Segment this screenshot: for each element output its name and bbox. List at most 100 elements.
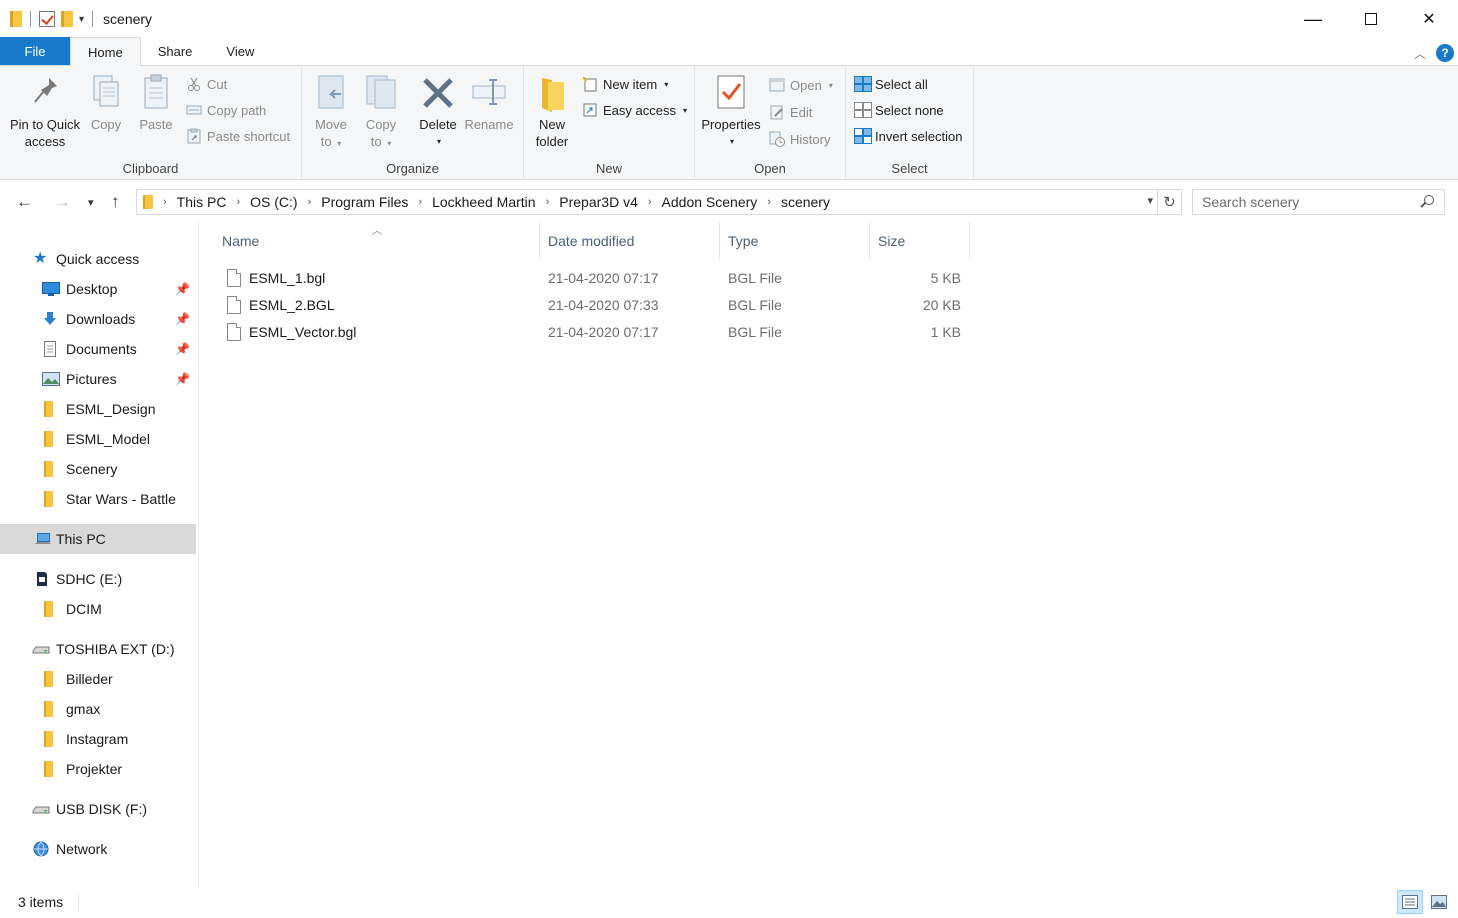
new-item-button[interactable]: New item ▾ <box>582 73 668 95</box>
breadcrumb-separator-icon[interactable]: › <box>648 196 652 208</box>
breadcrumb-this-pc[interactable]: This PC <box>177 194 227 210</box>
breadcrumb-scenery[interactable]: scenery <box>781 194 830 210</box>
nav-item-network[interactable]: Network <box>0 834 196 864</box>
maximize-button[interactable] <box>1342 0 1400 38</box>
copy-label: Copy <box>90 117 122 132</box>
refresh-icon[interactable]: ↻ <box>1158 189 1182 215</box>
invert-selection-button[interactable]: Invert selection <box>854 125 962 147</box>
nav-item-billeder[interactable]: Billeder <box>0 664 196 694</box>
breadcrumb-separator-icon[interactable]: › <box>308 196 312 208</box>
recent-locations-chevron-icon[interactable]: ▾ <box>88 196 94 209</box>
breadcrumb-program-files[interactable]: Program Files <box>321 194 408 210</box>
delete-x-icon <box>420 72 456 112</box>
file-list[interactable]: ︿ Name Date modified Type Size ESML_1.bg… <box>200 222 1458 882</box>
column-header-name[interactable]: Name <box>214 222 540 260</box>
large-icons-view-button[interactable] <box>1426 890 1452 914</box>
pin-icon[interactable]: 📌 <box>175 342 190 356</box>
table-row[interactable]: ESML_1.bgl 21-04-2020 07:17 BGL File 5 K… <box>220 264 972 291</box>
forward-arrow-icon[interactable]: → <box>54 192 71 212</box>
breadcrumb-separator-icon[interactable]: › <box>418 196 422 208</box>
select-none-button[interactable]: Select none <box>854 99 944 121</box>
open-button[interactable]: Open ▾ <box>769 74 833 96</box>
copy-to-button[interactable]: Copy to ▾ <box>360 72 402 152</box>
divider <box>92 11 94 27</box>
delete-button[interactable]: Delete ▾ <box>416 72 460 150</box>
up-arrow-icon[interactable]: ↑ <box>111 192 120 212</box>
paste-button[interactable]: Paste <box>136 72 176 133</box>
nav-item-esml-model[interactable]: ESML_Model <box>0 424 196 454</box>
collapse-ribbon-icon[interactable]: ︿ <box>1414 45 1426 62</box>
customize-toolbar-icon[interactable]: ▾ <box>79 14 84 25</box>
copy-button[interactable]: Copy <box>86 72 126 133</box>
edit-button[interactable]: Edit <box>769 101 812 123</box>
nav-item-toshiba-ext[interactable]: TOSHIBA EXT (D:) <box>0 634 196 664</box>
new-item-label: New item <box>603 76 658 92</box>
nav-item-gmax[interactable]: gmax <box>0 694 196 724</box>
nav-item-quick-access[interactable]: ★ Quick access <box>0 244 196 274</box>
pane-divider[interactable] <box>198 222 199 888</box>
easy-access-button[interactable]: Easy access ▾ <box>582 99 687 121</box>
pin-icon[interactable]: 📌 <box>175 372 190 386</box>
navigation-pane[interactable]: ★ Quick access Desktop 📌 Downloads 📌 Doc… <box>0 222 198 888</box>
item-count: 3 items <box>18 894 64 910</box>
nav-item-this-pc[interactable]: This PC <box>0 524 196 554</box>
breadcrumb-separator-icon[interactable]: › <box>163 196 167 208</box>
folder-icon[interactable] <box>10 11 22 27</box>
paste-shortcut-button[interactable]: Paste shortcut <box>186 125 290 147</box>
column-header-type[interactable]: Type <box>720 222 870 260</box>
history-button[interactable]: History <box>769 128 830 150</box>
close-button[interactable]: ✕ <box>1400 0 1458 38</box>
back-arrow-icon[interactable]: ← <box>16 192 33 212</box>
help-icon[interactable]: ? <box>1436 44 1454 62</box>
nav-item-instagram[interactable]: Instagram <box>0 724 196 754</box>
search-icon[interactable] <box>1424 195 1434 205</box>
nav-item-projekter[interactable]: Projekter <box>0 754 196 784</box>
rename-label: Rename <box>464 117 514 132</box>
nav-item-desktop[interactable]: Desktop 📌 <box>0 274 196 304</box>
column-header-size[interactable]: Size <box>870 222 970 260</box>
pin-to-quick-access-button[interactable]: Pin to Quick access <box>6 72 84 150</box>
tab-file[interactable]: File <box>0 37 70 65</box>
breadcrumb-separator-icon[interactable]: › <box>767 196 771 208</box>
breadcrumb-separator-icon[interactable]: › <box>236 196 240 208</box>
address-dropdown-icon[interactable]: ▾ <box>1147 194 1153 207</box>
rename-button[interactable]: Rename <box>464 72 514 133</box>
nav-item-sdhc[interactable]: SDHC (E:) <box>0 564 196 594</box>
breadcrumb-addon-scenery[interactable]: Addon Scenery <box>662 194 758 210</box>
delete-dropdown-icon[interactable]: ▾ <box>437 133 441 150</box>
details-view-button[interactable] <box>1397 890 1423 914</box>
nav-item-esml-design[interactable]: ESML_Design <box>0 394 196 424</box>
nav-item-pictures[interactable]: Pictures 📌 <box>0 364 196 394</box>
cut-button[interactable]: Cut <box>186 73 227 95</box>
tab-home[interactable]: Home <box>70 37 141 66</box>
breadcrumb-separator-icon[interactable]: › <box>546 196 550 208</box>
nav-item-usb-disk[interactable]: USB DISK (F:) <box>0 794 196 824</box>
pin-icon[interactable]: 📌 <box>175 282 190 296</box>
new-folder-button[interactable]: New folder <box>534 72 570 150</box>
nav-item-downloads[interactable]: Downloads 📌 <box>0 304 196 334</box>
minimize-button[interactable]: — <box>1284 0 1342 38</box>
properties-dropdown-icon[interactable]: ▾ <box>730 133 734 150</box>
move-to-button[interactable]: Move to ▾ <box>310 72 352 152</box>
pin-icon[interactable]: 📌 <box>175 312 190 326</box>
breadcrumb-prepar3d-v4[interactable]: Prepar3D v4 <box>559 194 638 210</box>
address-bar[interactable]: › This PC › OS (C:) › Program Files › Lo… <box>136 189 1158 215</box>
properties-button[interactable]: Properties ▾ <box>699 72 763 150</box>
nav-item-dcim[interactable]: DCIM <box>0 594 196 624</box>
column-header-date-modified[interactable]: Date modified <box>540 222 720 260</box>
select-all-button[interactable]: Select all <box>854 73 928 95</box>
nav-item-documents[interactable]: Documents 📌 <box>0 334 196 364</box>
nav-item-scenery[interactable]: Scenery <box>0 454 196 484</box>
copy-path-button[interactable]: Copy path <box>186 99 266 121</box>
search-input[interactable] <box>1202 194 1412 210</box>
tab-view[interactable]: View <box>209 37 271 65</box>
table-row[interactable]: ESML_2.BGL 21-04-2020 07:33 BGL File 20 … <box>220 291 972 318</box>
tab-share[interactable]: Share <box>141 37 210 65</box>
search-box[interactable] <box>1192 189 1445 215</box>
breadcrumb-os-c[interactable]: OS (C:) <box>250 194 297 210</box>
nav-item-star-wars-battle[interactable]: Star Wars - Battle <box>0 484 196 514</box>
properties-icon[interactable] <box>39 11 55 27</box>
new-folder-icon[interactable] <box>61 11 73 27</box>
breadcrumb-lockheed-martin[interactable]: Lockheed Martin <box>432 194 536 210</box>
table-row[interactable]: ESML_Vector.bgl 21-04-2020 07:17 BGL Fil… <box>220 318 972 345</box>
